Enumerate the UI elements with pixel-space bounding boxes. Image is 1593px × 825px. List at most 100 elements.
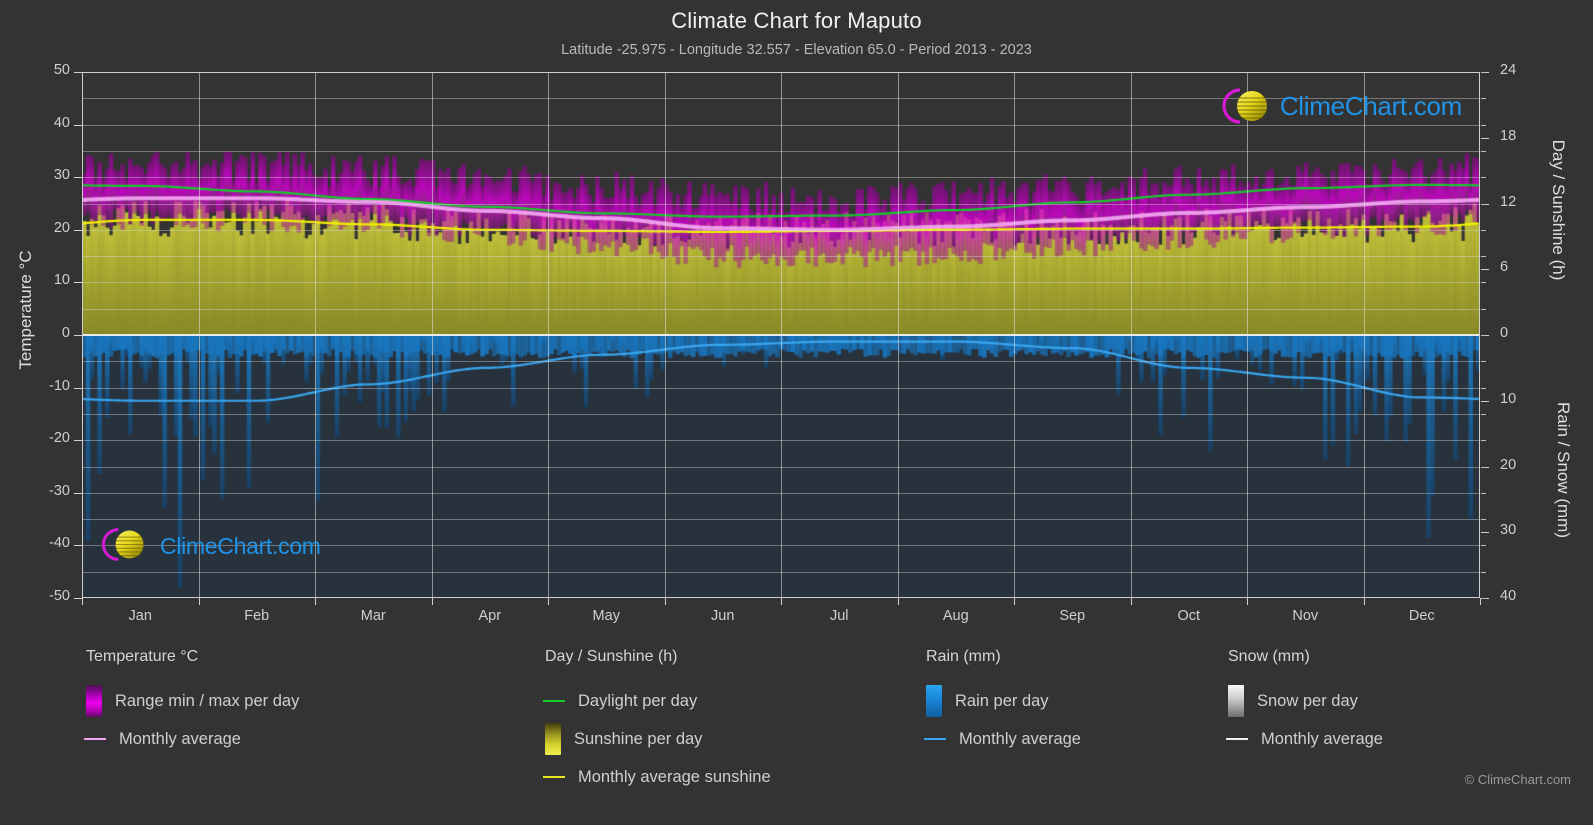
chart-plot-area[interactable]: ClimeChart.com ClimeChart.com: [82, 72, 1480, 598]
y-axis-left-tickmark: [74, 124, 82, 126]
y-axis-right-bottom-label: Rain / Snow (mm): [1554, 401, 1573, 539]
x-axis-tick-jul: Jul: [829, 608, 849, 624]
legend-group-rain-mm: Rain (mm) Rain per day Monthly average: [924, 648, 1081, 758]
legend-group-title: Snow (mm): [1228, 648, 1310, 665]
y-axis-right-minor-tickmark: [1481, 177, 1486, 179]
legend-line-swatch: [543, 776, 565, 778]
x-axis-tick-jan: Jan: [128, 608, 152, 624]
y-axis-right-tick-mm: 30: [1500, 522, 1517, 539]
y-axis-right-tick-mm: 20: [1500, 456, 1517, 473]
y-axis-right-minor-tickmark: [1481, 98, 1486, 100]
x-axis-tick-sep: Sep: [1059, 608, 1086, 624]
y-axis-right-minor-tickmark: [1481, 203, 1486, 205]
y-axis-right-minor-tickmark: [1481, 492, 1486, 494]
y-axis-right-tickmark: [1481, 400, 1489, 402]
y-axis-left-label: Temperature °C: [16, 250, 35, 370]
y-axis-right-tick-mm: 40: [1500, 588, 1517, 604]
legend-item[interactable]: Rain per day: [926, 682, 1081, 720]
y-axis-right-minor-tickmark: [1481, 72, 1486, 73]
y-axis-right-tickmark: [1481, 269, 1489, 271]
legend-item-label: Monthly average: [119, 729, 241, 748]
legend-item-label: Daylight per day: [578, 691, 698, 710]
legend-item[interactable]: Monthly average: [1226, 720, 1383, 758]
y-axis-right-minor-tickmark: [1481, 229, 1486, 231]
y-axis-left-tick: -50: [49, 588, 70, 604]
y-axis-right-minor-tickmark: [1481, 387, 1486, 389]
x-axis-tick-apr: Apr: [478, 608, 502, 624]
legend-item[interactable]: Daylight per day: [543, 682, 771, 720]
y-axis-left-tickmark: [74, 598, 82, 599]
legend-item[interactable]: Range min / max per day: [86, 682, 299, 720]
watermark-bottom-left: ClimeChart.com: [94, 524, 321, 568]
x-axis-tick-mar: Mar: [360, 608, 386, 624]
legend-gradient-swatch: [1228, 685, 1244, 717]
y-axis-right-minor-tickmark: [1481, 361, 1486, 363]
y-axis-right-minor-tickmark: [1481, 124, 1486, 126]
y-axis-right-minor-tickmark: [1481, 466, 1486, 468]
y-axis-right-tickmark: [1481, 532, 1489, 534]
climechart-logo-icon: [94, 524, 156, 568]
legend-group-title: Day / Sunshine (h): [545, 648, 678, 665]
x-axis-tickmark: [897, 598, 899, 605]
x-axis-tickmark: [548, 598, 549, 605]
x-axis-tickmark: [1130, 598, 1132, 605]
x-axis-tick-aug: Aug: [942, 608, 969, 624]
y-axis-left-tickmark: [74, 177, 82, 179]
legend-item-label: Rain per day: [955, 691, 1049, 710]
legend-item-label: Snow per day: [1257, 691, 1358, 710]
legend-item[interactable]: Sunshine per day: [545, 720, 771, 758]
y-axis-right-minor-tickmark: [1481, 571, 1486, 573]
y-axis-left-tickmark: [74, 440, 82, 442]
watermark-text: ClimeChart.com: [1279, 90, 1462, 121]
legend-group-temperature-c: Temperature °C Range min / max per day Mon…: [84, 648, 299, 758]
y-axis-right-minor-tickmark: [1481, 282, 1486, 284]
legend-gradient-swatch: [926, 685, 942, 717]
y-axis-right-minor-tickmark: [1481, 335, 1486, 336]
legend-item-label: Monthly average: [959, 729, 1081, 748]
y-axis-left-tick: 40: [53, 114, 70, 131]
watermark-text: ClimeChart.com: [160, 532, 321, 559]
x-axis-tickmark: [198, 598, 200, 605]
watermark-top-right: ClimeChart.com: [1214, 84, 1462, 128]
y-axis-left-tickmark: [74, 545, 82, 547]
x-axis-tickmark: [315, 598, 316, 605]
legend-item-label: Sunshine per day: [574, 729, 703, 748]
legend-item[interactable]: Monthly average sunshine: [543, 758, 771, 796]
legend-line-swatch: [543, 700, 565, 702]
x-axis-tickmark: [431, 598, 433, 605]
y-axis-left-tickmark: [74, 492, 82, 494]
legend-gradient-swatch: [86, 685, 102, 717]
y-axis-right-minor-tickmark: [1481, 598, 1486, 599]
x-axis-tick-feb: Feb: [244, 608, 270, 624]
y-axis-left-tick: 50: [53, 62, 70, 78]
x-axis-tickmark: [1363, 598, 1365, 605]
legend-item[interactable]: Snow per day: [1228, 682, 1383, 720]
legend-gradient-swatch: [545, 723, 561, 755]
legend-item[interactable]: Monthly average: [924, 720, 1081, 758]
x-axis-tick-jun: Jun: [711, 608, 735, 624]
page-title: Climate Chart for Maputo: [671, 8, 922, 33]
y-axis-right-tickmark: [1481, 137, 1489, 139]
legend-group-snow-mm: Snow (mm) Snow per day Monthly average: [1226, 648, 1383, 758]
y-axis-right-minor-tickmark: [1481, 150, 1486, 152]
x-axis-tick-nov: Nov: [1292, 608, 1319, 624]
legend-item-label: Monthly average sunshine: [578, 767, 771, 786]
x-axis-tickmark: [1480, 598, 1481, 605]
y-axis-left-tickmark: [74, 229, 82, 231]
x-axis-tickmark: [781, 598, 782, 605]
legend-group-title: Temperature °C: [86, 648, 199, 665]
legend-line-swatch: [1226, 738, 1248, 740]
legend-item-label: Range min / max per day: [115, 691, 300, 710]
y-axis-right-minor-tickmark: [1481, 308, 1486, 310]
y-axis-left-tickmark: [74, 72, 82, 73]
y-axis-right-top-label: Day / Sunshine (h): [1549, 139, 1568, 281]
x-axis-tickmark: [82, 598, 83, 605]
page-subtitle: Latitude -25.975 - Longitude 32.557 - El…: [561, 42, 1032, 58]
legend-item-label: Monthly average: [1261, 729, 1383, 748]
y-axis-left-tickmark: [74, 282, 82, 284]
legend-item[interactable]: Monthly average: [84, 720, 299, 758]
legend-line-swatch: [84, 738, 106, 740]
y-axis-right-minor-tickmark: [1481, 440, 1486, 442]
x-axis-tickmark: [664, 598, 666, 605]
y-axis-right-tick-mm: 10: [1500, 390, 1517, 407]
